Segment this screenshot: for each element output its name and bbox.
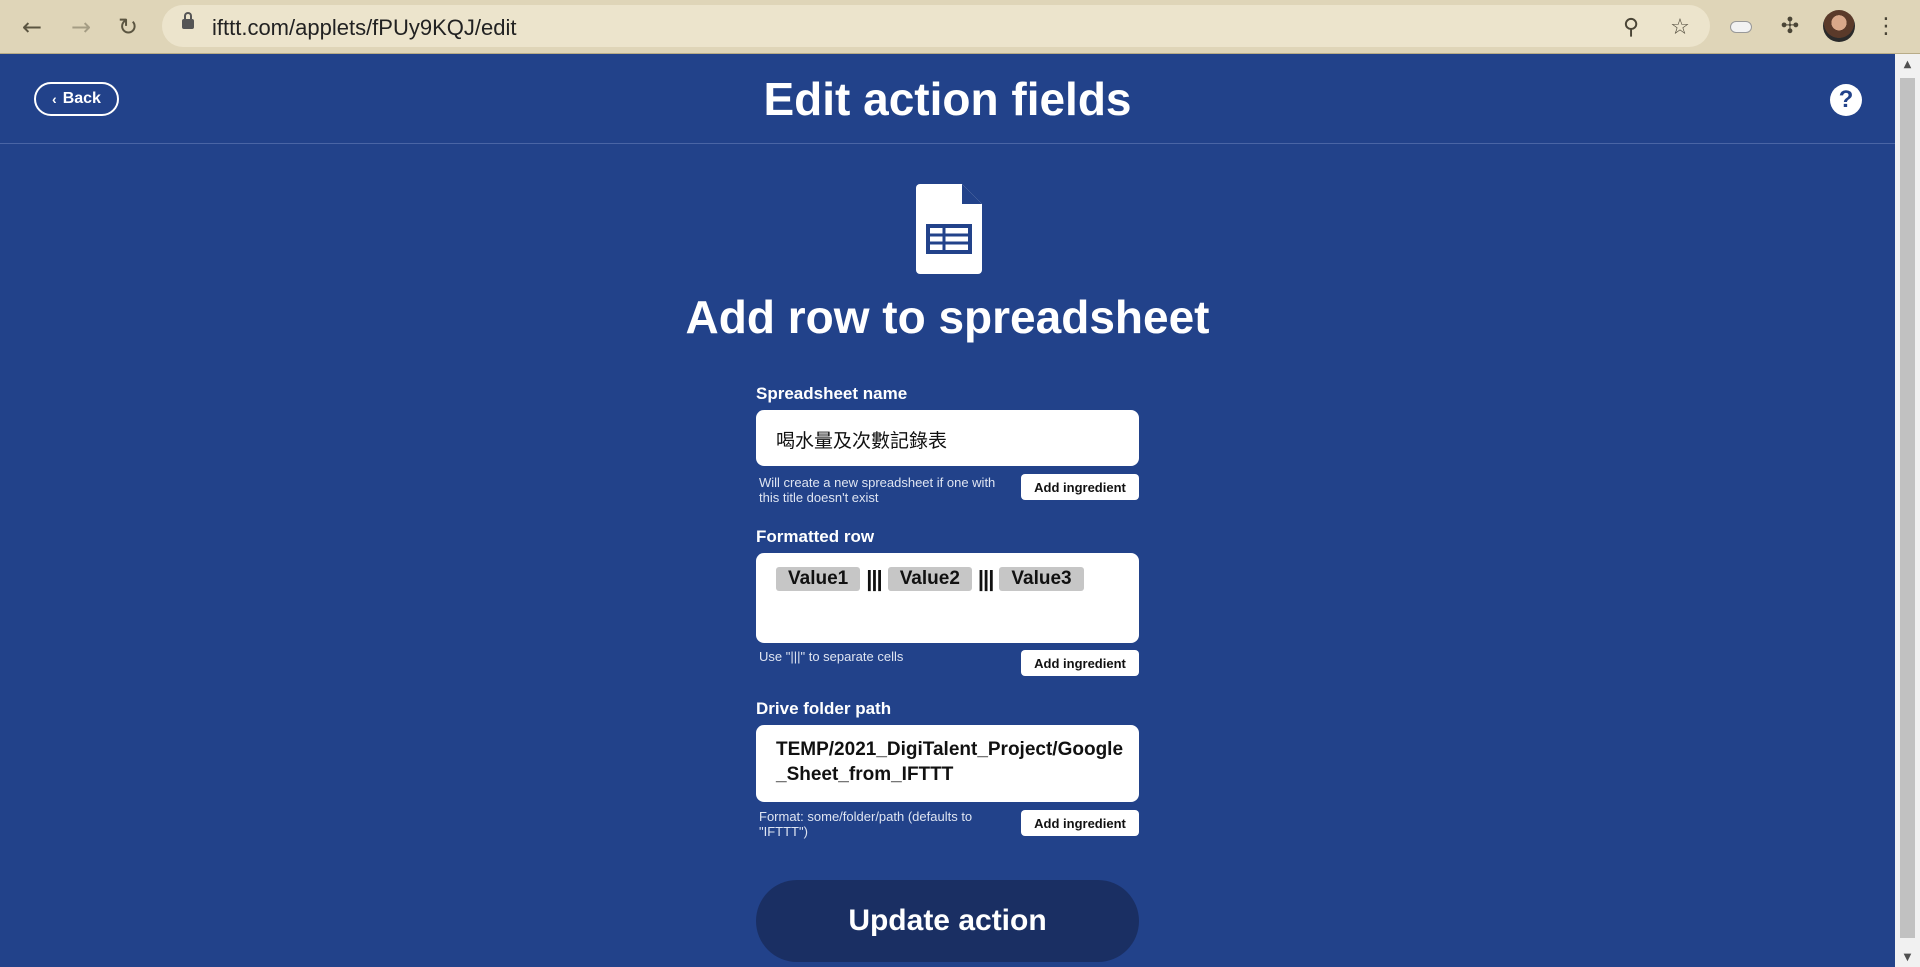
formatted-row-add-ingredient-button[interactable]: Add ingredient [1021,650,1139,676]
action-title: Add row to spreadsheet [685,291,1210,343]
star-glyph: ☆ [1670,14,1690,40]
spreadsheet-name-helper: Will create a new spreadsheet if one wit… [759,475,996,505]
spreadsheet-name-label: Spreadsheet name [756,384,908,403]
drive-folder-path-add-ingredient-button[interactable]: Add ingredient [1021,810,1139,836]
spreadsheet-name-field[interactable]: 喝水量及次數記錄表 [756,410,1139,466]
address-bar[interactable]: ifttt.com/applets/fPUy9KQJ/edit ⚲ ☆ [162,5,1710,47]
page-header: ‹ Back Edit action fields ? [0,54,1895,144]
puzzle-icon[interactable]: ✣ [1774,10,1806,42]
drive-folder-path-label: Drive folder path [756,699,892,718]
back-glyph: ← [21,13,43,41]
forward-glyph: → [70,13,92,41]
cell-separator: ||| [977,566,995,591]
zoom-glyph: ⚲ [1622,14,1640,40]
google-sheets-icon [916,184,982,274]
formatted-row-tags: Value1 ||| Value2 ||| Value3 [776,566,1084,592]
scroll-up-icon[interactable]: ▲ [1895,54,1920,74]
spreadsheet-name-add-ingredient-button[interactable]: Add ingredient [1021,474,1139,500]
scrollbar[interactable]: ▲ ▼ [1895,54,1920,967]
star-icon[interactable]: ☆ [1665,12,1695,42]
url-text[interactable]: ifttt.com/applets/fPUy9KQJ/edit [212,15,516,41]
scroll-thumb[interactable] [1900,78,1915,938]
drive-folder-path-value[interactable]: TEMP/2021_DigiTalent_Project/Google_Shee… [776,737,1126,787]
zoom-icon[interactable]: ⚲ [1616,12,1646,42]
formatted-row-helper: Use "|||" to separate cells [759,649,904,664]
browser-toolbar: ← → ↻ ifttt.com/applets/fPUy9KQJ/edit ⚲ … [0,0,1920,54]
extension-icon[interactable] [1730,21,1752,33]
help-icon[interactable]: ? [1830,84,1862,116]
menu-glyph: ⋮ [1875,13,1897,39]
update-action-button[interactable]: Update action [756,880,1139,962]
drive-folder-path-field[interactable]: TEMP/2021_DigiTalent_Project/Google_Shee… [756,725,1139,802]
forward-icon[interactable]: → [63,9,99,45]
reload-icon[interactable]: ↻ [110,9,146,45]
spreadsheet-name-value[interactable]: 喝水量及次數記錄表 [776,426,947,453]
ingredient-tag[interactable]: Value1 [776,567,861,591]
page-title: Edit action fields [763,73,1132,125]
ingredient-tag[interactable]: Value3 [999,567,1084,591]
cell-separator: ||| [866,566,883,591]
formatted-row-label: Formatted row [756,527,875,546]
puzzle-glyph: ✣ [1780,13,1800,39]
reload-glyph: ↻ [117,13,139,41]
menu-icon[interactable]: ⋮ [1870,10,1902,42]
avatar[interactable] [1823,10,1855,42]
lock-icon[interactable] [182,12,194,29]
scroll-down-icon[interactable]: ▼ [1895,947,1920,967]
drive-folder-path-helper: Format: some/folder/path (defaults to "I… [759,809,973,839]
ingredient-tag[interactable]: Value2 [887,567,972,591]
back-icon[interactable]: ← [14,9,50,45]
formatted-row-field[interactable]: Value1 ||| Value2 ||| Value3 [756,553,1139,643]
